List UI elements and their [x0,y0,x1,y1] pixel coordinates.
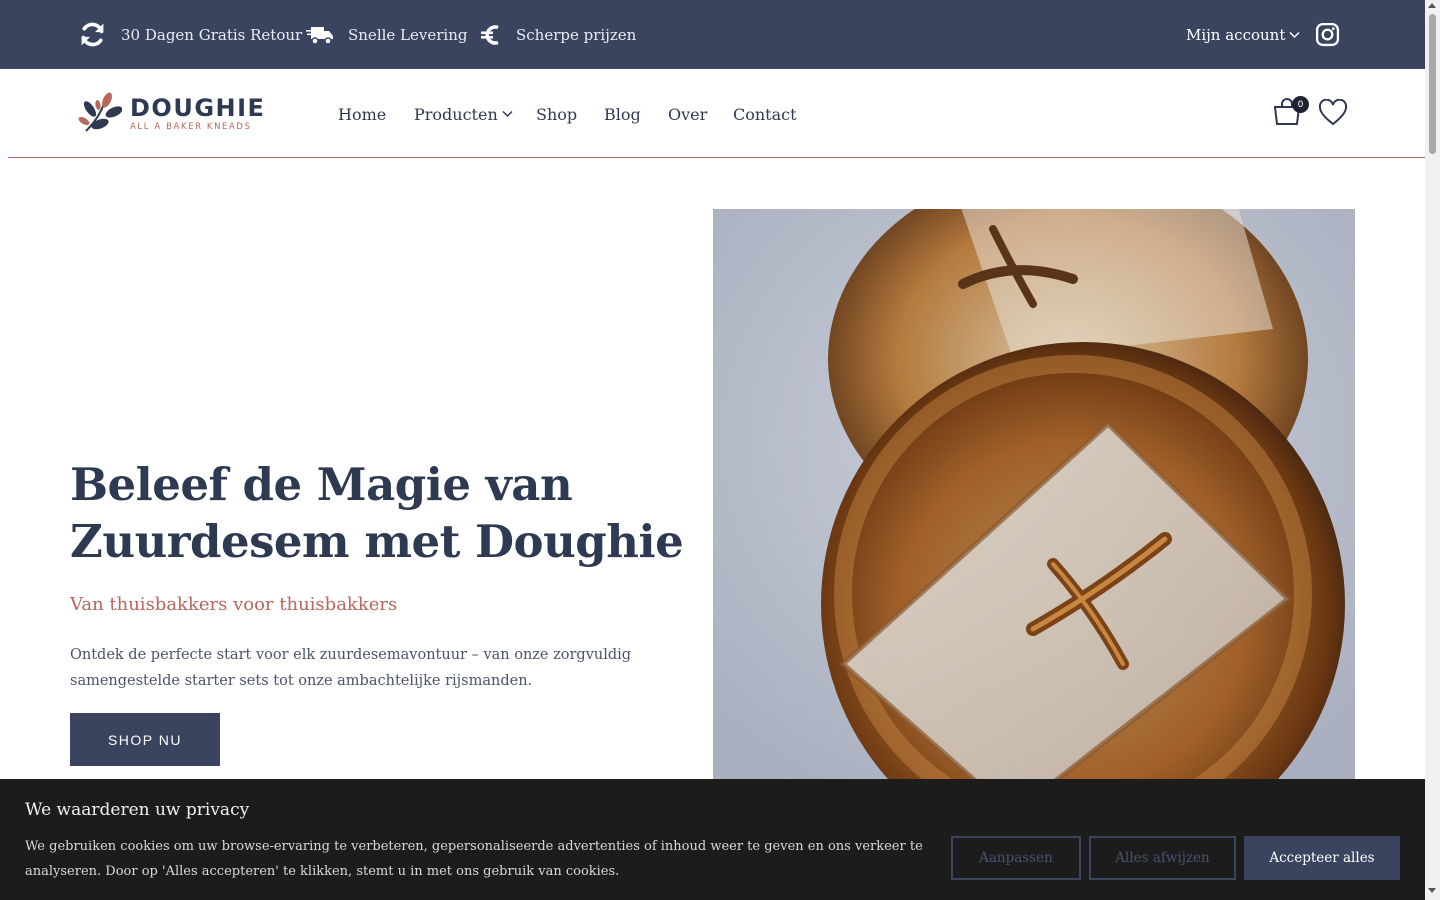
cookie-reject-all-button[interactable]: Alles afwijzen [1089,836,1236,880]
wishlist-button[interactable] [1318,98,1348,131]
nav-about[interactable]: Over [668,100,707,128]
hero-description: Ontdek de perfecte start voor elk zuurde… [70,647,632,689]
hero-title: Beleef de Magie van Zuurdesem met Doughi… [70,456,690,570]
scroll-up-icon[interactable] [1428,3,1436,8]
instagram-link[interactable] [1315,22,1340,51]
cookie-accept-all-button[interactable]: Accepteer alles [1244,836,1400,880]
heart-icon [1318,98,1348,126]
hero-title-line-1: Beleef de Magie van [70,458,573,511]
euro-icon [481,24,499,45]
nav-shop-label: Shop [536,104,578,124]
hero-subtitle: Van thuisbakkers voor thuisbakkers [70,594,398,615]
logo-title: DOUGHIE [130,93,266,122]
scrollbar-thumb[interactable] [1429,14,1436,154]
usp-delivery: Snelle Levering [306,0,467,69]
cookie-consent-banner: We waarderen uw privacy We gebruiken coo… [0,779,1425,900]
nav-contact[interactable]: Contact [733,100,797,128]
top-bar: 30 Dagen Gratis Retour Snelle Levering S… [0,0,1425,69]
hero-title-line-2: Zuurdesem met Doughie [70,515,684,568]
cookie-customize-button[interactable]: Aanpassen [951,836,1081,880]
header-divider [8,157,1425,158]
usp-returns: 30 Dagen Gratis Retour [78,0,302,69]
leaf-branch-icon [78,92,122,132]
usp-prices: Scherpe prijzen [480,0,636,69]
chevron-down-icon [1289,31,1300,38]
shop-now-button[interactable]: SHOP NU [70,713,220,766]
instagram-icon [1315,22,1340,47]
usp-returns-label: 30 Dagen Gratis Retour [121,25,303,44]
usp-prices-label: Scherpe prijzen [516,25,637,44]
nav-products-label: Producten [414,104,498,124]
nav-blog[interactable]: Blog [604,100,641,128]
nav-blog-label: Blog [604,104,641,124]
hero-bread-image [713,209,1355,789]
delivery-truck-icon [306,26,333,45]
chevron-down-icon [502,110,513,118]
my-account-menu[interactable]: Mijn account [1186,0,1300,69]
doughie-logo[interactable]: DOUGHIE ALL A BAKER KNEADS [78,91,265,135]
nav-products[interactable]: Producten [414,100,513,128]
cookie-title: We waarderen uw privacy [25,800,250,820]
cookie-text: We gebruiken cookies om uw browse-ervari… [25,839,923,879]
my-account-label: Mijn account [1186,25,1286,44]
nav-about-label: Over [668,104,708,124]
logo-tagline: ALL A BAKER KNEADS [130,121,252,132]
nav-home[interactable]: Home [338,100,386,128]
usp-delivery-label: Snelle Levering [348,25,468,44]
nav-home-label: Home [338,104,387,124]
nav-shop[interactable]: Shop [536,100,577,128]
nav-contact-label: Contact [733,104,797,124]
refresh-icon [81,22,104,47]
scroll-down-icon[interactable] [1428,888,1436,893]
cart-count-badge: 0 [1292,96,1309,113]
